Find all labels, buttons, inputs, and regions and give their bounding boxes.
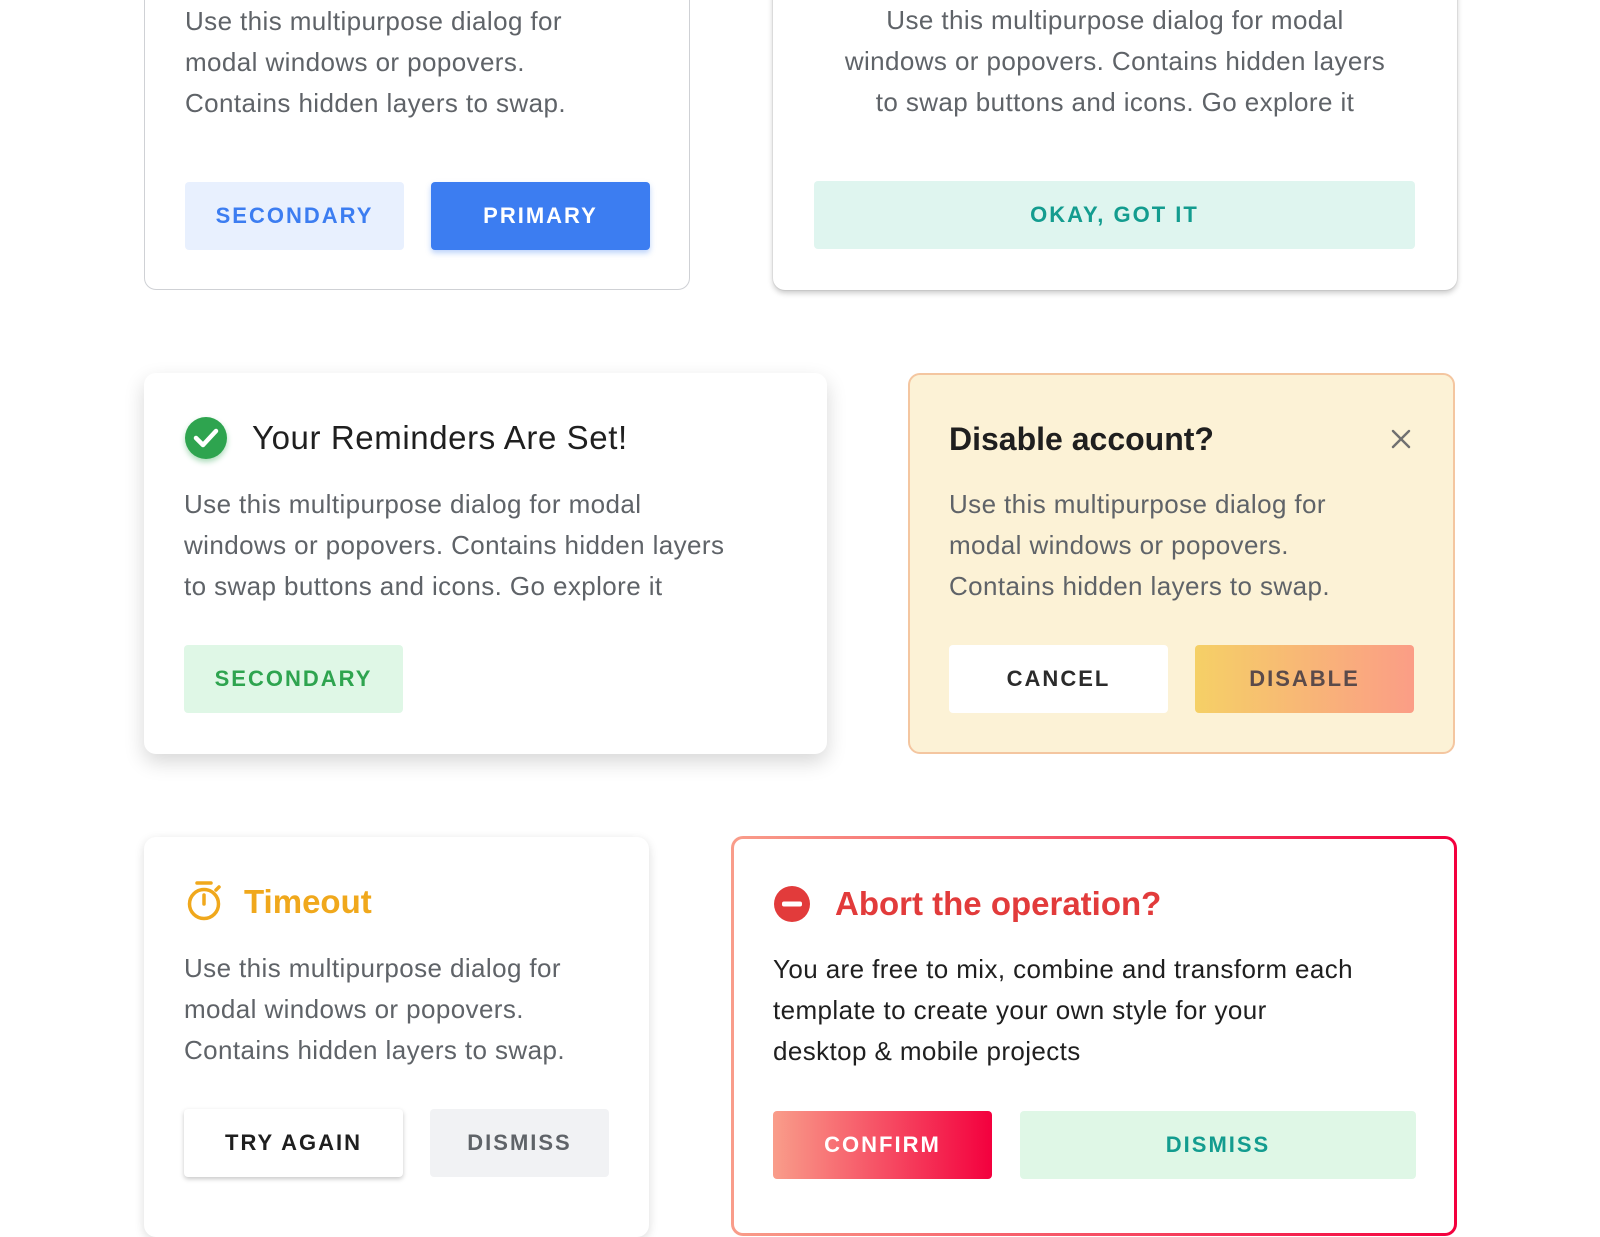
dialog-card-timeout: Timeout Use this multipurpose dialog for…: [144, 837, 649, 1237]
dialog-body-line: modal windows or popovers.: [185, 47, 525, 77]
dialog-card-info: Use this multipurpose dialog for modal w…: [773, 0, 1457, 290]
dialog-body-line: Contains hidden layers to swap.: [184, 1035, 565, 1065]
secondary-button[interactable]: SECONDARY: [184, 645, 403, 713]
dialog-body-line: Use this multipurpose dialog for: [185, 6, 562, 36]
dialog-card-basic: Use this multipurpose dialog for modal w…: [144, 0, 690, 290]
dialog-body-line: Use this multipurpose dialog for: [184, 953, 561, 983]
primary-button[interactable]: PRIMARY: [431, 182, 650, 250]
dismiss-button[interactable]: DISMISS: [430, 1109, 609, 1177]
dialog-title: Your Reminders Are Set!: [252, 419, 628, 456]
dialog-body-line: windows or popovers. Contains hidden lay…: [184, 530, 725, 560]
dialog-title: Abort the operation?: [835, 885, 1162, 922]
confirm-button[interactable]: CONFIRM: [773, 1111, 992, 1179]
dialog-body-line: windows or popovers. Contains hidden lay…: [844, 46, 1386, 76]
dialog-body-line: Use this multipurpose dialog for: [949, 489, 1326, 519]
dialog-body-line: Contains hidden layers to swap.: [949, 571, 1330, 601]
disable-button[interactable]: DISABLE: [1195, 645, 1414, 713]
okay-got-it-button[interactable]: OKAY, GOT IT: [814, 181, 1415, 249]
dialog-body-line: Contains hidden layers to swap.: [185, 88, 566, 118]
check-circle-icon: [185, 417, 227, 459]
dialog-card-danger-border: Abort the operation? You are free to mix…: [731, 836, 1457, 1236]
close-icon[interactable]: [1390, 428, 1412, 450]
dialog-body-line: modal windows or popovers.: [949, 530, 1289, 560]
dialog-body: Use this multipurpose dialog for modal w…: [184, 484, 724, 607]
dialog-body: Use this multipurpose dialog for modal w…: [773, 0, 1457, 123]
dialog-body-line: desktop & mobile projects: [773, 1036, 1081, 1066]
dialog-title: Disable account?: [949, 421, 1214, 457]
stopwatch-icon: [187, 881, 221, 921]
dialog-body-line: template to create your own style for yo…: [773, 995, 1267, 1025]
dialog-card-warning: Disable account? Use this multipurpose d…: [908, 373, 1455, 754]
dialog-title: Timeout: [244, 883, 372, 920]
dialog-body-line: to swap buttons and icons. Go explore it: [184, 571, 663, 601]
secondary-button[interactable]: SECONDARY: [185, 182, 404, 250]
dialog-body-line: You are free to mix, combine and transfo…: [773, 954, 1354, 984]
cancel-button[interactable]: CANCEL: [949, 645, 1168, 713]
dialog-body-line: Use this multipurpose dialog for modal: [886, 5, 1344, 35]
dialog-body-line: modal windows or popovers.: [184, 994, 524, 1024]
dialog-body: You are free to mix, combine and transfo…: [773, 949, 1353, 1072]
dialog-card-success: Your Reminders Are Set! Use this multipu…: [144, 373, 827, 754]
dialog-body: Use this multipurpose dialog for modal w…: [185, 1, 566, 124]
dialog-body-line: to swap buttons and icons. Go explore it: [875, 87, 1355, 117]
try-again-button[interactable]: TRY AGAIN: [184, 1109, 403, 1177]
dismiss-button[interactable]: DISMISS: [1020, 1111, 1416, 1179]
minus-circle-icon: [774, 886, 810, 922]
dialog-body-line: Use this multipurpose dialog for modal: [184, 489, 642, 519]
dialog-body: Use this multipurpose dialog for modal w…: [184, 948, 565, 1071]
dialog-card-danger: Abort the operation? You are free to mix…: [734, 839, 1454, 1233]
dialog-body: Use this multipurpose dialog for modal w…: [949, 484, 1330, 607]
